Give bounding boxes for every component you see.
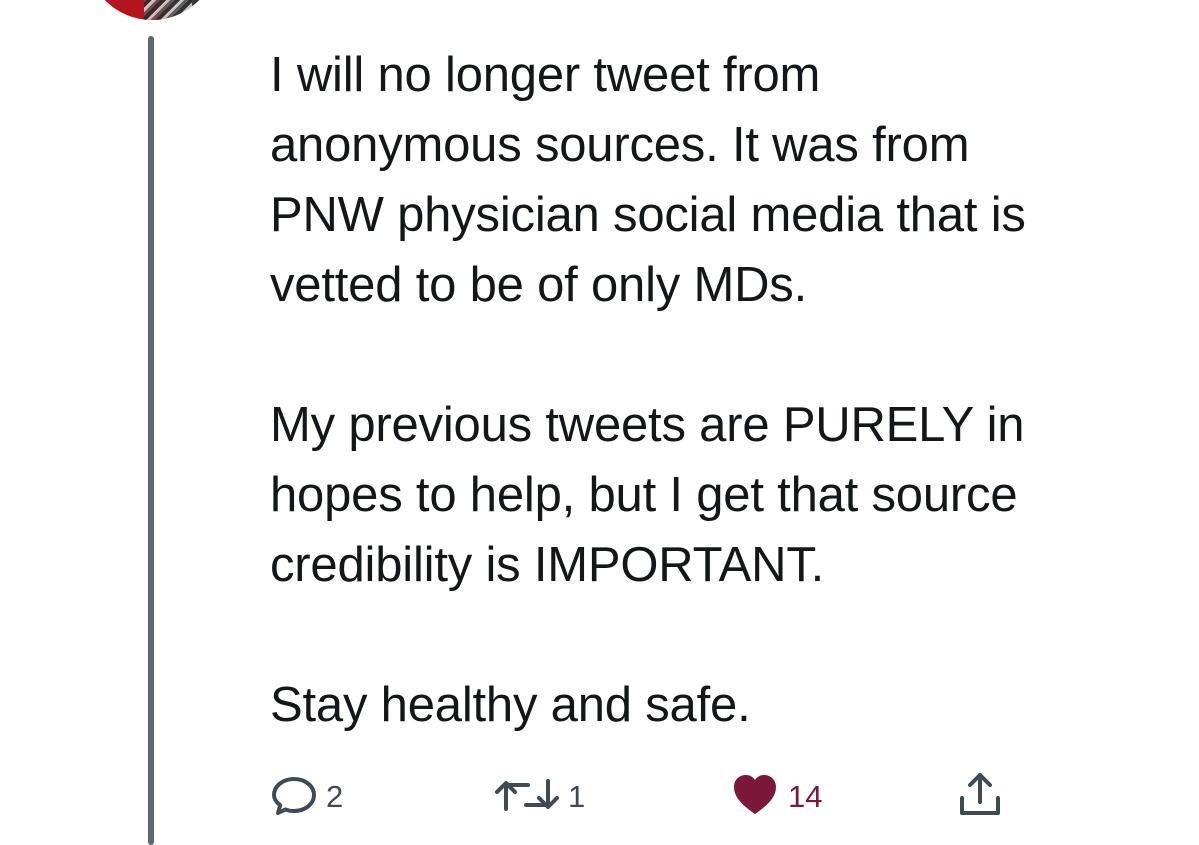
retweet-button[interactable]: 1 [494, 772, 585, 818]
text-line: anonymous sources. It was from [270, 118, 970, 172]
tweet-text: I will no longer tweet from anonymous so… [270, 40, 1170, 740]
reply-count: 2 [326, 778, 344, 814]
like-count: 14 [788, 778, 823, 814]
paragraph: I will no longer tweet from anonymous so… [270, 40, 1170, 320]
text-line: credibility is IMPORTANT. [270, 538, 825, 592]
text-line: hopes to help, but I get that source [270, 468, 1018, 522]
retweet-icon [494, 773, 560, 817]
text-line: I will no longer tweet from [270, 48, 821, 102]
avatar-photo [144, 0, 192, 20]
paragraph: My previous tweets are PURELY in hopes t… [270, 390, 1170, 600]
share-icon [956, 771, 1004, 819]
text-line: PNW physician social media that is [270, 188, 1026, 242]
text-line: Stay healthy and safe. [270, 678, 751, 732]
reply-icon [270, 771, 318, 819]
text-line: vetted to be of only MDs. [270, 258, 807, 312]
share-button[interactable] [956, 772, 1004, 818]
thread-line [148, 36, 154, 845]
like-button[interactable]: 14 [730, 772, 822, 818]
paragraph: Stay healthy and safe. [270, 670, 1170, 740]
text-line: My previous tweets are PURELY in [270, 398, 1025, 452]
reply-button[interactable]: 2 [270, 772, 343, 818]
heart-icon [730, 772, 780, 818]
retweet-count: 1 [568, 778, 586, 814]
avatar[interactable] [86, 0, 218, 20]
